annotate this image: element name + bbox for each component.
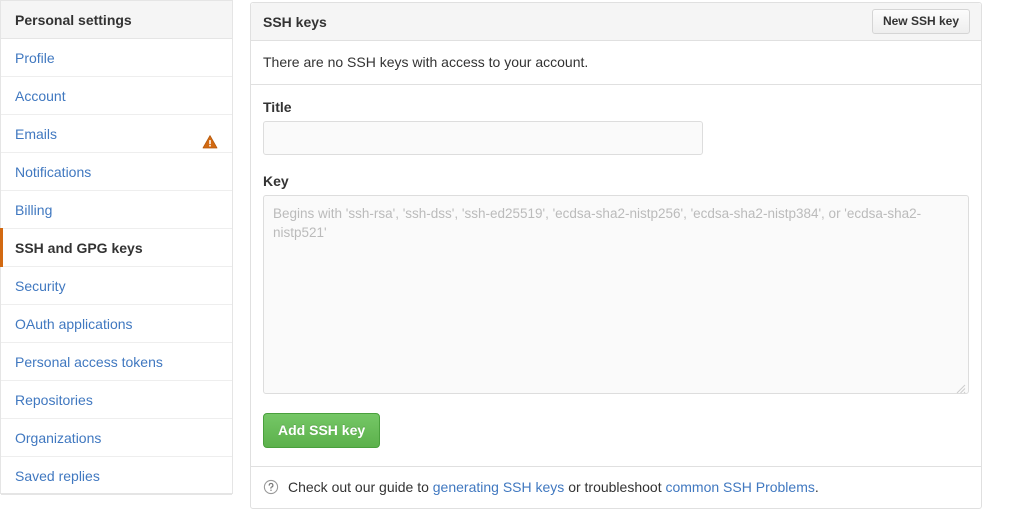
sidebar-item-personal-access-tokens[interactable]: Personal access tokens: [1, 343, 232, 381]
sidebar-header: Personal settings: [1, 1, 232, 39]
sidebar-item-billing[interactable]: Billing: [1, 191, 232, 229]
key-textarea-wrapper: [263, 195, 969, 394]
sidebar-item-emails[interactable]: Emails: [1, 115, 232, 153]
sidebar-item-oauth-applications[interactable]: OAuth applications: [1, 305, 232, 343]
generating-ssh-keys-link[interactable]: generating SSH keys: [433, 479, 565, 495]
key-textarea[interactable]: [263, 195, 969, 394]
ssh-keys-help-footer: Check out our guide to generating SSH ke…: [251, 466, 981, 508]
key-field-label: Key: [263, 173, 289, 189]
page-title: SSH keys: [263, 13, 327, 30]
ssh-keys-empty-state: There are no SSH keys with access to you…: [251, 41, 981, 85]
question-circle-icon: [263, 479, 279, 495]
field-spacer: [263, 155, 969, 173]
sidebar-item-label: Security: [15, 277, 66, 294]
sidebar-item-account[interactable]: Account: [1, 77, 232, 115]
sidebar-item-label: Saved replies: [15, 467, 100, 484]
sidebar-item-ssh-and-gpg-keys[interactable]: SSH and GPG keys: [0, 228, 232, 267]
sidebar-item-notifications[interactable]: Notifications: [1, 153, 232, 191]
alert-triangle-icon: [202, 126, 218, 148]
sidebar-item-label: Personal access tokens: [15, 353, 163, 370]
sidebar-item-label: Notifications: [15, 163, 92, 180]
sidebar-item-organizations[interactable]: Organizations: [1, 419, 232, 457]
title-input[interactable]: [263, 121, 703, 155]
sidebar-item-saved-replies[interactable]: Saved replies: [1, 457, 232, 495]
sidebar-item-label: Account: [15, 87, 66, 104]
sidebar-item-label: Repositories: [15, 391, 93, 408]
ssh-keys-panel-header: SSH keys New SSH key: [251, 3, 981, 41]
sidebar-item-repositories[interactable]: Repositories: [1, 381, 232, 419]
help-text-after: .: [814, 479, 819, 495]
add-ssh-key-button[interactable]: Add SSH key: [263, 413, 381, 448]
help-text-middle: or troubleshoot: [568, 479, 662, 495]
personal-settings-sidebar: Personal settings Profile Account Emails: [0, 0, 233, 495]
common-ssh-problems-link[interactable]: common SSH Problems: [665, 479, 814, 495]
sidebar-item-profile[interactable]: Profile: [1, 39, 232, 77]
ssh-keys-main: SSH keys New SSH key There are no SSH ke…: [250, 2, 982, 509]
sidebar-item-label: Organizations: [15, 429, 102, 446]
sidebar-item-security[interactable]: Security: [1, 267, 232, 305]
help-text-before: Check out our guide to: [288, 479, 429, 495]
sidebar-item-label: SSH and GPG keys: [15, 239, 143, 256]
help-text: Check out our guide to generating SSH ke…: [288, 479, 819, 495]
settings-page: Personal settings Profile Account Emails: [0, 0, 1014, 509]
add-ssh-key-form: Title Key Add SSH key: [251, 85, 981, 466]
sidebar-item-label: Emails: [15, 125, 58, 142]
sidebar-item-label: Profile: [15, 49, 55, 66]
new-ssh-key-button[interactable]: New SSH key: [871, 9, 970, 34]
ssh-keys-panel: SSH keys New SSH key There are no SSH ke…: [250, 2, 982, 509]
title-field-label: Title: [263, 99, 292, 115]
sidebar-item-label: Billing: [15, 201, 53, 218]
sidebar-item-label: OAuth applications: [15, 315, 133, 332]
submit-row: Add SSH key: [263, 413, 969, 448]
